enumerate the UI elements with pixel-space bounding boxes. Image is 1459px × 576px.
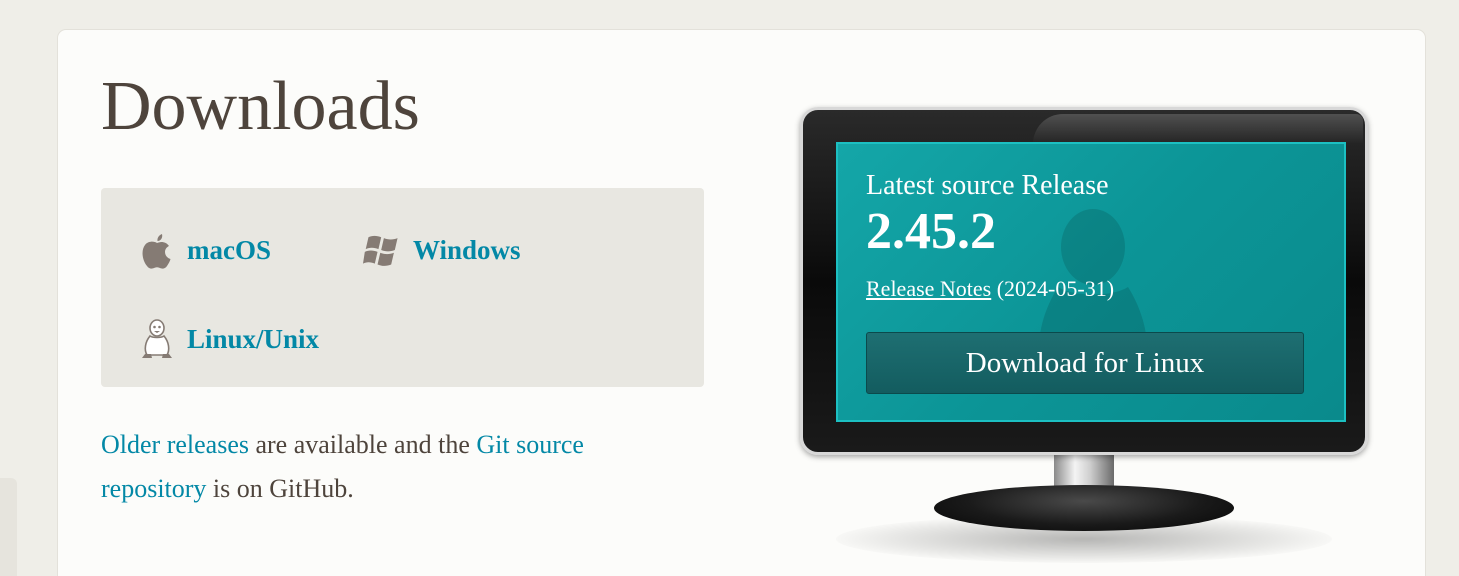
windows-link[interactable]: Windows: [363, 230, 521, 270]
windows-icon: [363, 230, 403, 270]
release-date: (2024-05-31): [991, 276, 1115, 301]
tux-icon: [137, 319, 177, 359]
release-notes-row: Release Notes (2024-05-31): [866, 276, 1114, 302]
info-text-middle: are available and the: [248, 430, 477, 459]
release-heading: Latest source Release: [866, 170, 1109, 201]
monitor-bezel: Latest source Release 2.45.2 Release Not…: [800, 107, 1368, 455]
linux-unix-link[interactable]: Linux/Unix: [137, 319, 319, 359]
monitor-stand: [934, 485, 1234, 531]
older-releases-link[interactable]: Older releases: [101, 430, 249, 459]
monitor-screen: Latest source Release 2.45.2 Release Not…: [836, 142, 1346, 422]
macos-link[interactable]: macOS: [137, 230, 271, 270]
page-title: Downloads: [101, 68, 420, 145]
release-notes-link[interactable]: Release Notes: [866, 276, 991, 301]
download-for-linux-button[interactable]: Download for Linux: [866, 332, 1304, 394]
info-text-end: is on GitHub.: [206, 474, 354, 503]
linux-unix-label: Linux/Unix: [187, 323, 320, 354]
older-releases-text: Older releases are available and the Git…: [101, 423, 641, 511]
macos-label: macOS: [187, 234, 271, 265]
os-selection-box: macOS Windows Linux/Unix: [101, 188, 704, 387]
side-panel-stub: [0, 478, 17, 576]
windows-label: Windows: [413, 234, 521, 265]
release-version: 2.45.2: [866, 203, 996, 260]
monitor-graphic: Latest source Release 2.45.2 Release Not…: [796, 105, 1372, 565]
apple-icon: [137, 230, 177, 270]
downloads-card: Downloads macOS Windows Linux/Unix Older…: [57, 29, 1426, 576]
monitor-gloss: [1033, 114, 1363, 144]
